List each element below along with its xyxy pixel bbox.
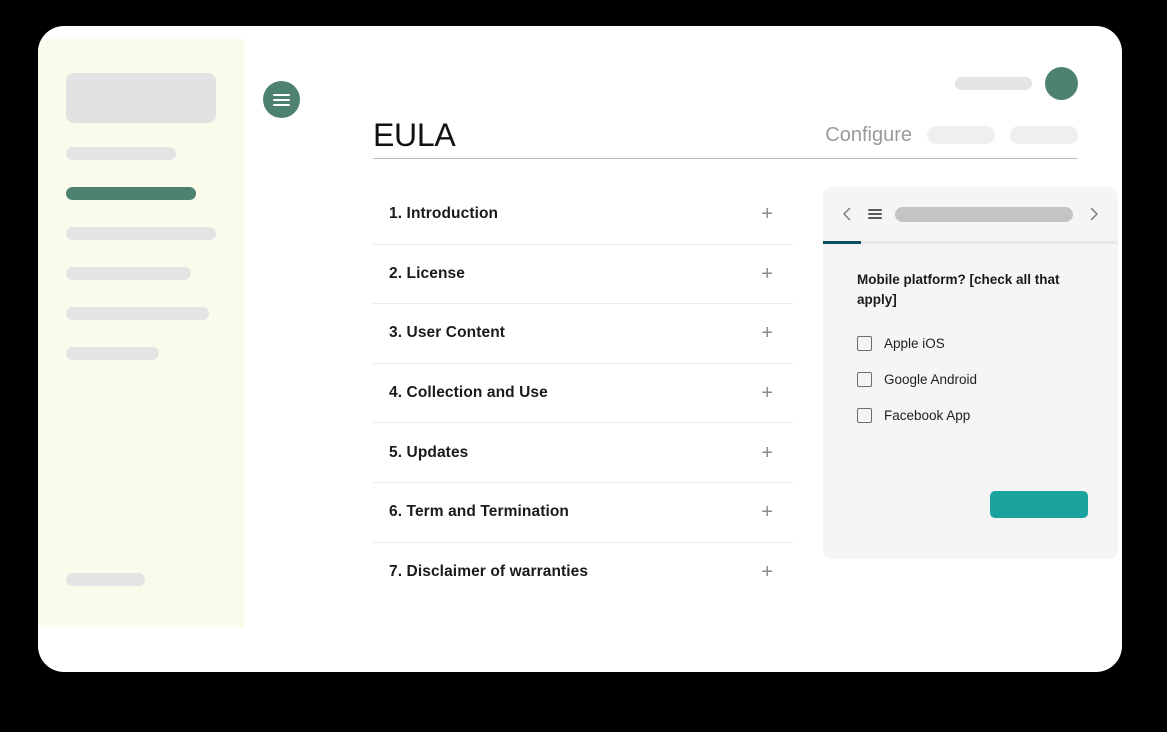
checkbox-icon[interactable] (857, 335, 872, 351)
document-sections-accordion: 1. Introduction + 2. License + 3. User C… (373, 185, 793, 602)
page-title: EULA (373, 117, 456, 153)
accordion-item-label: 5. Updates (389, 443, 469, 461)
checkbox-label: Google Android (884, 371, 978, 387)
form-progress-fill (823, 241, 862, 244)
sidebar-item-3[interactable] (66, 227, 216, 240)
sidebar-item-6[interactable] (66, 347, 159, 360)
accordion-item-2[interactable]: 2. License + (373, 245, 793, 305)
sidebar-item-4[interactable] (66, 267, 191, 280)
accordion-item-4[interactable]: 4. Collection and Use + (373, 364, 793, 424)
hamburger-menu-icon[interactable] (868, 208, 882, 220)
sidebar-item-5[interactable] (66, 307, 209, 320)
plus-icon[interactable]: + (761, 502, 773, 522)
sidebar (38, 39, 244, 627)
sidebar-footer-item[interactable] (66, 573, 145, 586)
accordion-item-label: 3. User Content (389, 324, 506, 342)
accordion-item-1[interactable]: 1. Introduction + (373, 185, 793, 245)
checkbox-label: Apple iOS (884, 335, 945, 351)
accordion-item-6[interactable]: 6. Term and Termination + (373, 483, 793, 543)
menu-line-2 (273, 98, 290, 101)
accordion-item-7[interactable]: 7. Disclaimer of warranties + (373, 543, 793, 603)
checkbox-row-google-android[interactable]: Google Android (857, 361, 1096, 397)
breadcrumb-pill-1[interactable] (927, 126, 995, 144)
breadcrumb-pill-2[interactable] (1010, 126, 1078, 144)
plus-icon[interactable]: + (761, 204, 773, 224)
top-bar (955, 67, 1078, 100)
accordion-item-5[interactable]: 5. Updates + (373, 423, 793, 483)
top-bar-placeholder-pill[interactable] (955, 77, 1032, 90)
breadcrumb: Configure (825, 124, 1078, 147)
form-body: Mobile platform? [check all that apply] … (823, 244, 1118, 433)
sidebar-item-2-active[interactable] (66, 187, 196, 200)
sidebar-logo-placeholder (66, 73, 216, 123)
checkbox-row-facebook-app[interactable]: Facebook App (857, 397, 1096, 433)
submit-button[interactable] (990, 491, 1088, 518)
accordion-item-label: 6. Term and Termination (389, 503, 570, 521)
accordion-item-label: 2. License (389, 264, 465, 282)
checkbox-row-apple-ios[interactable]: Apple iOS (857, 325, 1096, 361)
chevron-right-icon[interactable] (1086, 206, 1102, 222)
nav-menu-line-2 (868, 213, 882, 215)
nav-menu-line-3 (868, 217, 882, 220)
plus-icon[interactable]: + (761, 443, 773, 463)
question-label: Mobile platform? [check all that apply] (857, 272, 1060, 307)
title-row: EULA Configure (373, 108, 1078, 162)
configure-form-panel: Mobile platform? [check all that apply] … (823, 187, 1118, 559)
accordion-item-label: 1. Introduction (389, 205, 499, 223)
hamburger-menu-icon[interactable] (263, 81, 300, 118)
breadcrumb-label[interactable]: Configure (825, 124, 912, 147)
user-avatar-icon[interactable] (1045, 67, 1078, 100)
title-divider (373, 158, 1078, 159)
checkbox-icon[interactable] (857, 407, 872, 423)
plus-icon[interactable]: + (761, 323, 773, 343)
application-card: EULA Configure 1. Introduction + 2. Lice… (38, 26, 1122, 672)
form-nav-bar (823, 187, 1118, 241)
menu-line-3 (273, 103, 290, 106)
accordion-item-label: 7. Disclaimer of warranties (389, 563, 589, 581)
chevron-left-icon[interactable] (839, 206, 855, 222)
plus-icon[interactable]: + (761, 383, 773, 403)
menu-line-1 (273, 93, 290, 96)
checkbox-icon[interactable] (857, 371, 872, 387)
accordion-item-label: 4. Collection and Use (389, 384, 548, 402)
form-progress-track (823, 241, 1118, 244)
checkbox-label: Facebook App (884, 407, 971, 423)
sidebar-item-1[interactable] (66, 147, 176, 160)
plus-icon[interactable]: + (761, 264, 773, 284)
form-title-placeholder-pill (895, 206, 1073, 222)
nav-menu-line-1 (868, 208, 882, 211)
accordion-item-3[interactable]: 3. User Content + (373, 304, 793, 364)
plus-icon[interactable]: + (761, 562, 773, 582)
main-content: EULA Configure 1. Introduction + 2. Lice… (335, 26, 1122, 672)
